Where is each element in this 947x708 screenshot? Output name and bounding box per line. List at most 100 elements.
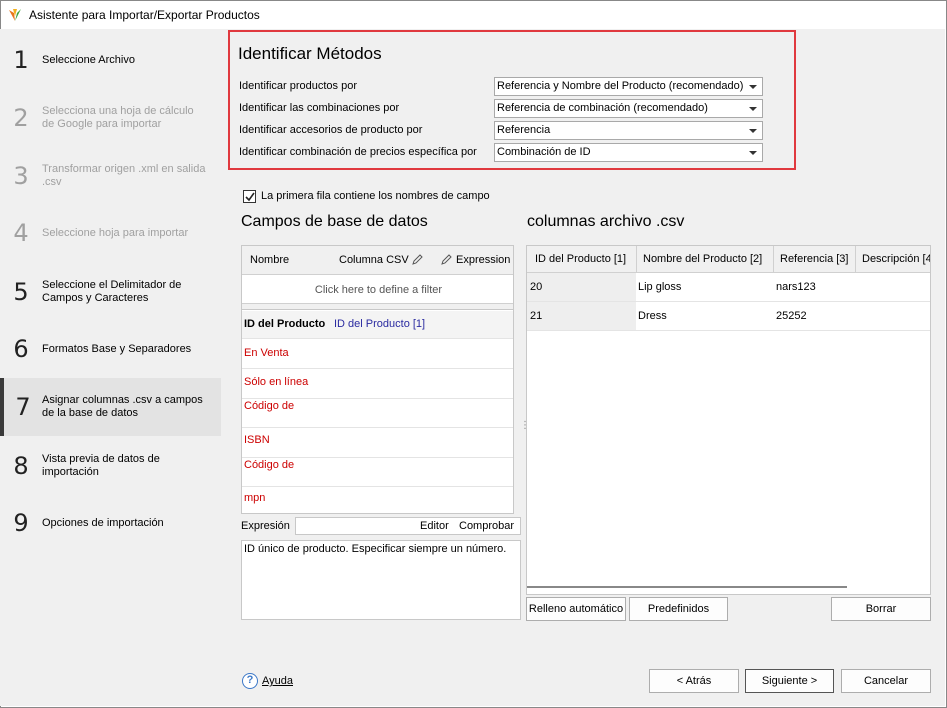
step-number: 8 xyxy=(13,452,29,480)
identify-products-select[interactable]: Referencia y Nombre del Producto (recome… xyxy=(494,77,763,96)
column-divider[interactable] xyxy=(855,246,856,273)
title-bar: Asistente para Importar/Exportar Product… xyxy=(1,1,946,29)
csv-row-id-cell xyxy=(527,273,636,301)
step-number: 2 xyxy=(13,104,29,132)
next-button[interactable]: Siguiente > xyxy=(745,669,834,693)
step-number: 6 xyxy=(13,335,29,363)
col-header-expression[interactable]: Expression xyxy=(456,254,510,266)
identify-products-label: Identificar productos por xyxy=(239,80,358,92)
checkmark-icon xyxy=(245,192,255,202)
csv-columns-grid: ID del Producto [1] Nombre del Producto … xyxy=(526,245,931,595)
step-label: Selecciona una hoja de cálculo de Google… xyxy=(42,105,194,130)
help-icon[interactable]: ? xyxy=(242,673,258,689)
identify-specific-price-label: Identificar combinación de precios espec… xyxy=(239,146,477,158)
csv-columns-header: ID del Producto [1] Nombre del Producto … xyxy=(527,246,930,273)
column-divider[interactable] xyxy=(636,246,637,273)
csv-cell: Lip gloss xyxy=(638,281,682,293)
step-label: Asignar columnas .csv a campos de la bas… xyxy=(42,394,203,419)
db-field-row[interactable]: mpn xyxy=(242,488,513,513)
csv-row-id-cell xyxy=(527,302,636,330)
step-label: Formatos Base y Separadores xyxy=(42,342,192,355)
select-value: Referencia xyxy=(497,124,551,136)
dropdown-arrow-icon xyxy=(749,85,757,89)
field-csv-column[interactable]: ID del Producto [1] xyxy=(334,318,425,330)
csv-col-header[interactable]: Descripción [4] xyxy=(862,253,930,265)
cancel-button[interactable]: Cancelar xyxy=(841,669,931,693)
field-name: mpn xyxy=(244,492,266,504)
window-title: Asistente para Importar/Exportar Product… xyxy=(29,8,260,22)
db-field-row[interactable]: En Venta xyxy=(242,340,513,369)
step-number: 7 xyxy=(15,393,31,421)
column-divider[interactable] xyxy=(773,246,774,273)
panel-splitter-handle[interactable]: ⋮ xyxy=(520,420,530,432)
pencil-icon[interactable] xyxy=(412,254,423,265)
step-7[interactable]: 7 Asignar columnas .csv a campos de la b… xyxy=(0,378,221,436)
field-name: En Venta xyxy=(244,347,289,359)
identify-accessories-select[interactable]: Referencia xyxy=(494,121,763,140)
step-label: Seleccione Archivo xyxy=(42,53,135,66)
field-name: ID del Producto xyxy=(244,318,326,330)
csv-row[interactable]: 20 Lip gloss nars123 xyxy=(527,273,930,302)
app-logo-icon xyxy=(7,7,23,23)
clear-button[interactable]: Borrar xyxy=(831,597,931,621)
csv-cell: nars123 xyxy=(776,281,816,293)
db-field-row[interactable]: Código de xyxy=(242,459,513,487)
step-1[interactable]: 1 Seleccione Archivo xyxy=(0,43,221,77)
identify-combinations-select[interactable]: Referencia de combinación (recomendado) xyxy=(494,99,763,118)
dropdown-arrow-icon xyxy=(749,151,757,155)
field-name: Sólo en línea xyxy=(244,376,309,388)
step-label: Opciones de importación xyxy=(42,516,164,529)
step-number: 3 xyxy=(13,162,29,190)
csv-cell: Dress xyxy=(638,310,667,322)
db-fields-title: Campos de base de datos xyxy=(241,213,428,230)
csv-cell: 20 xyxy=(530,281,543,293)
dropdown-arrow-icon xyxy=(749,107,757,111)
step-label: Vista previa de datos de importación xyxy=(42,453,160,478)
step-8[interactable]: 8 Vista previa de datos de importación xyxy=(0,449,221,483)
step-label: Seleccione hoja para importar xyxy=(42,226,189,239)
csv-col-header[interactable]: Referencia [3] xyxy=(780,253,848,265)
step-9[interactable]: 9 Opciones de importación xyxy=(0,506,221,540)
field-name: Código de xyxy=(244,459,295,471)
help-link[interactable]: Ayuda xyxy=(262,675,293,687)
identify-combinations-label: Identificar las combinaciones por xyxy=(239,102,400,114)
db-field-row[interactable]: ISBN xyxy=(242,429,513,458)
db-fields-header: Nombre Columna CSV Expression xyxy=(242,246,513,275)
step-number: 1 xyxy=(13,46,29,74)
csv-cell: 21 xyxy=(530,310,543,322)
step-label: Seleccione el Delimitador de Campos y Ca… xyxy=(42,279,182,304)
select-value: Referencia y Nombre del Producto (recome… xyxy=(497,80,744,92)
select-value: Referencia de combinación (recomendado) xyxy=(497,102,708,114)
back-button[interactable]: < Atrás xyxy=(649,669,739,693)
horizontal-scrollbar[interactable] xyxy=(527,586,847,588)
col-header-csv[interactable]: Columna CSV xyxy=(339,254,409,266)
steps-sidebar: 1 Seleccione Archivo 2 Selecciona una ho… xyxy=(0,29,221,706)
autofill-button[interactable]: Relleno automático xyxy=(526,597,626,621)
csv-cell: 25252 xyxy=(776,310,807,322)
csv-row[interactable]: 21 Dress 25252 xyxy=(527,302,930,331)
filter-row[interactable]: Click here to define a filter xyxy=(242,276,513,304)
col-header-name[interactable]: Nombre xyxy=(250,254,289,266)
identify-accessories-label: Identificar accesorios de producto por xyxy=(239,124,423,136)
first-row-headers-checkbox[interactable] xyxy=(243,190,256,203)
editor-button[interactable]: Editor xyxy=(420,520,449,532)
filter-separator xyxy=(242,304,513,310)
step-number: 5 xyxy=(13,278,29,306)
step-5[interactable]: 5 Seleccione el Delimitador de Campos y … xyxy=(0,275,221,309)
step-3: 3 Transformar origen .xml en salida .csv xyxy=(0,159,221,193)
expression-label: Expresión xyxy=(241,520,290,532)
presets-button[interactable]: Predefinidos xyxy=(629,597,728,621)
identify-specific-price-select[interactable]: Combinación de ID xyxy=(494,143,763,162)
step-6[interactable]: 6 Formatos Base y Separadores xyxy=(0,332,221,366)
csv-col-header[interactable]: Nombre del Producto [2] xyxy=(643,253,762,265)
pencil-icon[interactable] xyxy=(441,254,452,265)
step-number: 4 xyxy=(13,219,29,247)
field-description: ID único de producto. Especificar siempr… xyxy=(241,540,521,620)
db-field-row[interactable]: Sólo en línea xyxy=(242,370,513,399)
csv-col-header[interactable]: ID del Producto [1] xyxy=(535,253,626,265)
step-number: 9 xyxy=(13,509,29,537)
dropdown-arrow-icon xyxy=(749,129,757,133)
db-field-row[interactable]: Código de xyxy=(242,400,513,428)
db-field-row[interactable]: ID del Producto ID del Producto [1] xyxy=(242,311,513,339)
check-button[interactable]: Comprobar xyxy=(459,520,514,532)
